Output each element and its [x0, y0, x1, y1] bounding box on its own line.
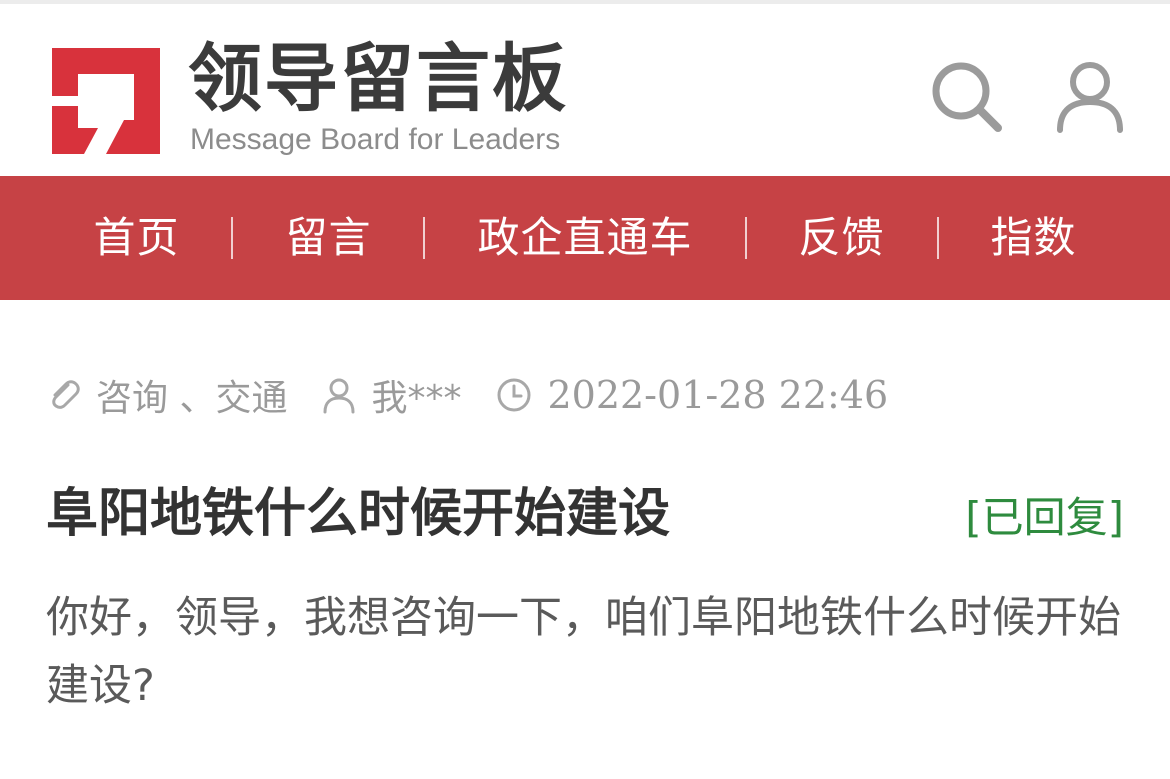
post-title-row: 阜阳地铁什么时候开始建设 [已回复]	[46, 484, 1124, 545]
post-meta: 咨询 、交通 我*** 2022-01-28 22:46	[46, 370, 888, 420]
nav-item-enterprise-express[interactable]: 政企直通车	[477, 217, 692, 259]
post-author: 我***	[371, 378, 462, 419]
tag-icon	[52, 380, 80, 409]
nav-item-home[interactable]: 首页	[93, 217, 179, 259]
nav-divider	[744, 217, 747, 259]
post-title: 阜阳地铁什么时候开始建设	[46, 483, 671, 544]
nav-item-message[interactable]: 留言	[285, 217, 371, 259]
logo-title[interactable]: 领导留言板	[188, 42, 568, 116]
nav-divider	[936, 217, 939, 259]
nav-item-feedback[interactable]: 反馈	[799, 217, 885, 259]
author-icon	[323, 378, 355, 414]
user-icon	[1057, 62, 1123, 133]
nav-item-index[interactable]: 指数	[991, 217, 1077, 259]
user-button[interactable]	[1052, 58, 1128, 134]
main-nav: 首页 留言 政企直通车 反馈 指数	[0, 176, 1170, 300]
logo-icon[interactable]	[48, 44, 164, 158]
clock-icon	[497, 378, 531, 412]
reply-status-badge[interactable]: [已回复]	[965, 484, 1124, 545]
search-button[interactable]	[928, 58, 1004, 134]
site-header: 领导留言板 Message Board for Leaders	[0, 4, 1170, 176]
logo-subtitle: Message Board for Leaders	[190, 123, 561, 156]
nav-divider	[231, 217, 234, 259]
post-body: 你好，领导，我想咨询一下，咱们阜阳地铁什么时候开始建设?	[46, 593, 1121, 711]
search-icon	[932, 62, 1002, 132]
post-timestamp: 2022-01-28 22:46	[547, 373, 889, 417]
nav-divider	[423, 217, 426, 259]
post-category[interactable]: 咨询 、交通	[96, 369, 287, 421]
